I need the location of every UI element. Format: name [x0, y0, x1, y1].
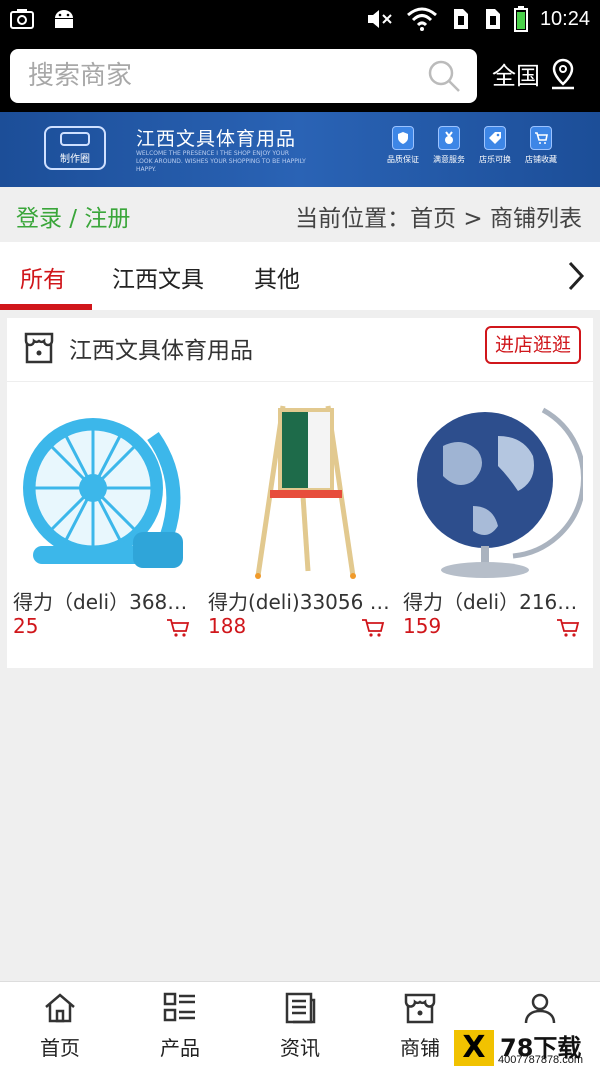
- visit-store-button[interactable]: 进店逛逛: [485, 326, 581, 364]
- banner-features: 品质保证 满意服务 店乐可换 店铺收藏: [384, 126, 560, 165]
- product-image-easel[interactable]: [208, 396, 388, 586]
- search-header: 全国: [0, 40, 600, 112]
- android-icon: [55, 10, 73, 28]
- watermark-logo: X: [454, 1030, 494, 1066]
- region-label: 全国: [492, 62, 540, 90]
- wifi-icon: [406, 7, 437, 31]
- nav-home[interactable]: 首页: [0, 982, 120, 1067]
- screenshot-icon: [10, 9, 34, 29]
- mute-icon: [367, 10, 392, 28]
- tab-jiangxi-stationery[interactable]: 江西文具: [112, 260, 204, 294]
- product-card[interactable]: 得力（deli）368… 25: [7, 390, 202, 660]
- clock: 10:24: [539, 7, 590, 30]
- news-icon: [285, 992, 316, 1024]
- feature-service: 满意服务: [430, 126, 468, 165]
- shield-icon: [398, 132, 408, 144]
- chevron-right-icon[interactable]: [566, 260, 586, 292]
- sim2-icon: [485, 9, 500, 29]
- feature-quality: 品质保证: [384, 126, 422, 165]
- add-to-cart-icon[interactable]: [166, 618, 190, 638]
- product-name[interactable]: 得力（deli）216…: [403, 586, 583, 615]
- product-price: 188: [208, 614, 247, 638]
- search-box[interactable]: [10, 49, 477, 103]
- watermark: X 78下载 4007787878.com: [450, 1030, 600, 1067]
- tab-other[interactable]: 其他: [254, 260, 300, 294]
- user-icon: [524, 993, 556, 1024]
- banner-logo: 制作圈: [44, 126, 106, 170]
- login-register-link[interactable]: 登录 / 注册: [16, 199, 130, 233]
- add-to-cart-icon[interactable]: [361, 618, 385, 638]
- store-banner: 制作圈 江西文具体育用品 WELCOME THE PRESENCE I THE …: [0, 112, 600, 187]
- breadcrumb: 当前位置：首页 > 商铺列表: [295, 206, 582, 232]
- sim1-icon: [453, 9, 468, 29]
- status-bar: 10:24: [0, 0, 600, 40]
- store-icon: [24, 332, 54, 364]
- product-image-fan[interactable]: [13, 396, 193, 586]
- watermark-url: 4007787878.com: [498, 1054, 584, 1066]
- nav-products[interactable]: 产品: [120, 982, 240, 1067]
- home-icon: [45, 993, 75, 1023]
- category-tabs: 所有 江西文具 其他: [0, 242, 600, 310]
- banner-title: 江西文具体育用品: [136, 128, 297, 150]
- product-price: 159: [403, 614, 442, 638]
- banner-subtitle: WELCOME THE PRESENCE I THE SHOP ENJOY YO…: [136, 150, 306, 173]
- store-name[interactable]: 江西文具体育用品: [69, 331, 253, 365]
- tab-all[interactable]: 所有: [20, 260, 66, 294]
- product-name[interactable]: 得力（deli）368…: [13, 586, 193, 615]
- tag-icon: [489, 132, 501, 144]
- store-card-header: 江西文具体育用品 进店逛逛: [7, 318, 593, 382]
- feature-favorite: 店铺收藏: [522, 126, 560, 165]
- product-card[interactable]: 得力(deli)33056 … 188: [202, 390, 397, 660]
- breadcrumb-row: 登录 / 注册 当前位置：首页 > 商铺列表: [0, 187, 600, 242]
- active-tab-indicator: [0, 304, 92, 310]
- add-to-cart-icon[interactable]: [556, 618, 580, 638]
- product-list: 得力（deli）368… 25 得力(deli)33056 … 188 得力（d…: [7, 390, 593, 660]
- product-name[interactable]: 得力(deli)33056 …: [208, 586, 388, 615]
- search-icon[interactable]: [427, 59, 461, 93]
- nav-news[interactable]: 资讯: [240, 982, 360, 1067]
- medal-icon: [445, 131, 453, 144]
- location-pin-icon: [552, 58, 574, 89]
- product-card[interactable]: 得力（deli）216… 159: [397, 390, 592, 660]
- product-image-globe[interactable]: [403, 396, 583, 586]
- cart-icon: [535, 132, 548, 144]
- product-price: 25: [13, 614, 39, 638]
- store-card: 江西文具体育用品 进店逛逛 得力（deli）368… 25 得力(deli)33…: [7, 318, 593, 668]
- region-selector[interactable]: 全国: [492, 56, 578, 91]
- search-input[interactable]: [28, 57, 418, 95]
- battery-icon: [513, 6, 528, 32]
- store-icon: [404, 993, 436, 1024]
- feature-exchange: 店乐可换: [476, 126, 514, 165]
- products-icon: [163, 992, 195, 1022]
